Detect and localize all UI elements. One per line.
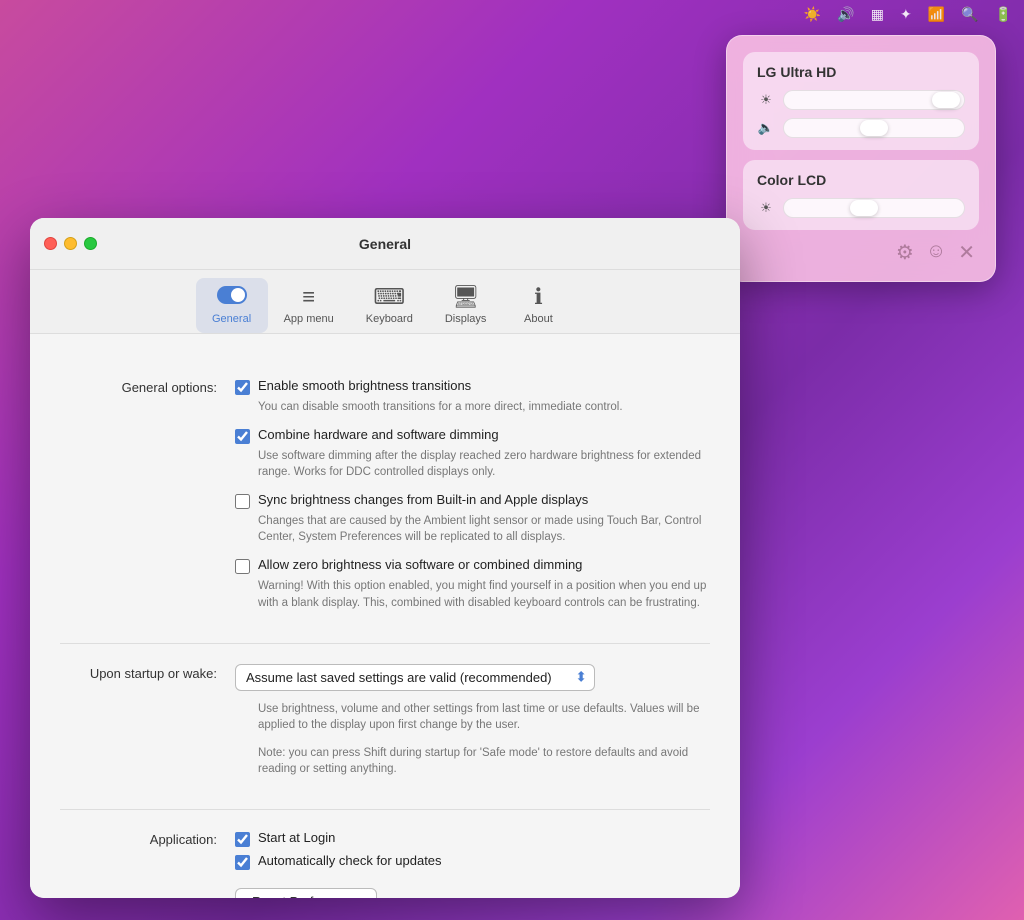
zero-brightness-checkbox[interactable] — [235, 559, 250, 574]
general-options-section: General options: Enable smooth brightnes… — [60, 358, 710, 644]
general-options-label: General options: — [60, 378, 235, 623]
wifi-menu-icon[interactable]: 📶 — [928, 6, 945, 23]
sync-brightness-checkbox[interactable] — [235, 494, 250, 509]
menu-bar: ☀️ 🔊 ▦ ✦ 📶 🔍 🔋 — [0, 0, 1024, 28]
toolbar: General ≡ App menu ⌨ Keyboard 🖥 Displays… — [30, 270, 740, 334]
start-login-label: Start at Login — [258, 830, 335, 845]
lg-ultrahd-section: LG Ultra HD ☀ 🔈 — [743, 52, 979, 150]
smooth-brightness-helper: You can disable smooth transitions for a… — [235, 399, 710, 415]
tab-about[interactable]: ℹ About — [502, 278, 574, 333]
auto-updates-checkbox[interactable] — [235, 855, 250, 870]
traffic-lights — [44, 237, 97, 250]
combine-dimming-label: Combine hardware and software dimming — [258, 427, 499, 442]
brightness-menu-icon[interactable]: ☀️ — [804, 6, 821, 23]
lg-ultrahd-title: LG Ultra HD — [757, 64, 965, 80]
close-button[interactable] — [44, 237, 57, 250]
battery-menu-icon[interactable]: ▦ — [871, 6, 884, 23]
lcd-brightness-slider[interactable] — [783, 198, 965, 218]
zero-brightness-row: Allow zero brightness via software or co… — [235, 557, 710, 574]
sync-brightness-helper: Changes that are caused by the Ambient l… — [235, 513, 710, 545]
close-popup-icon[interactable]: ✕ — [958, 240, 975, 265]
tab-displays[interactable]: 🖥 Displays — [429, 278, 503, 333]
appmenu-tab-icon: ≡ — [302, 284, 315, 310]
battery-status-icon[interactable]: 🔋 — [995, 6, 1012, 23]
maximize-button[interactable] — [84, 237, 97, 250]
lg-volume-row: 🔈 — [757, 118, 965, 138]
minimize-button[interactable] — [64, 237, 77, 250]
window-title: General — [359, 236, 411, 252]
tab-general[interactable]: General — [196, 278, 268, 333]
lg-brightness-slider[interactable] — [783, 90, 965, 110]
general-options-content: Enable smooth brightness transitions You… — [235, 378, 710, 623]
lg-volume-slider[interactable] — [783, 118, 965, 138]
zero-brightness-helper: Warning! With this option enabled, you m… — [235, 578, 710, 610]
displays-tab-label: Displays — [445, 313, 487, 325]
smiley-icon[interactable]: ☺ — [926, 240, 946, 265]
auto-updates-row: Automatically check for updates — [235, 853, 710, 870]
start-login-row: Start at Login — [235, 830, 710, 847]
general-tab-icon — [217, 284, 247, 310]
sync-brightness-row: Sync brightness changes from Built-in an… — [235, 492, 710, 509]
combine-dimming-checkbox[interactable] — [235, 429, 250, 444]
search-menu-icon[interactable]: 🔍 — [961, 6, 978, 23]
application-label: Application: — [60, 830, 235, 898]
tab-appmenu[interactable]: ≡ App menu — [268, 278, 350, 333]
auto-updates-label: Automatically check for updates — [258, 853, 442, 868]
content-area: General options: Enable smooth brightnes… — [30, 334, 740, 898]
startup-dropdown-row: Assume last saved settings are valid (re… — [235, 664, 710, 691]
startup-label: Upon startup or wake: — [60, 664, 235, 789]
startup-helper2: Note: you can press Shift during startup… — [235, 745, 710, 777]
smooth-brightness-label: Enable smooth brightness transitions — [258, 378, 471, 393]
brightness-icon: ☀ — [757, 92, 775, 108]
about-tab-label: About — [524, 313, 553, 325]
general-tab-label: General — [212, 313, 251, 325]
startup-helper1: Use brightness, volume and other setting… — [235, 701, 710, 733]
startup-content: Assume last saved settings are valid (re… — [235, 664, 710, 789]
keyboard-tab-icon: ⌨ — [373, 284, 405, 310]
preferences-window: General General ≡ App menu ⌨ Keyboard 🖥 … — [30, 218, 740, 898]
lcd-brightness-row: ☀ — [757, 198, 965, 218]
about-tab-icon: ℹ — [534, 284, 542, 310]
start-login-checkbox[interactable] — [235, 832, 250, 847]
zero-brightness-label: Allow zero brightness via software or co… — [258, 557, 582, 572]
smooth-brightness-checkbox[interactable] — [235, 380, 250, 395]
combine-dimming-row: Combine hardware and software dimming — [235, 427, 710, 444]
brightness-icon-lcd: ☀ — [757, 200, 775, 216]
keyboard-tab-label: Keyboard — [366, 313, 413, 325]
displays-tab-icon: 🖥 — [452, 284, 480, 310]
volume-icon: 🔈 — [757, 120, 775, 136]
brightness-popup: LG Ultra HD ☀ 🔈 Color LCD ☀ ⚙ ☺ ✕ — [726, 35, 996, 282]
lg-brightness-row: ☀ — [757, 90, 965, 110]
bluetooth-menu-icon[interactable]: ✦ — [900, 6, 912, 23]
popup-bottom-icons: ⚙ ☺ ✕ — [743, 240, 979, 265]
application-section: Application: Start at Login Automaticall… — [60, 810, 710, 898]
startup-dropdown-wrapper: Assume last saved settings are valid (re… — [235, 664, 595, 691]
settings-icon[interactable]: ⚙ — [896, 240, 914, 265]
tab-keyboard[interactable]: ⌨ Keyboard — [350, 278, 429, 333]
volume-menu-icon[interactable]: 🔊 — [837, 6, 854, 23]
sync-brightness-label: Sync brightness changes from Built-in an… — [258, 492, 588, 507]
appmenu-tab-label: App menu — [284, 313, 334, 325]
reset-preferences-button[interactable]: Reset Preferences — [235, 888, 377, 898]
startup-section: Upon startup or wake: Assume last saved … — [60, 644, 710, 810]
startup-dropdown[interactable]: Assume last saved settings are valid (re… — [235, 664, 595, 691]
title-bar: General — [30, 218, 740, 270]
color-lcd-section: Color LCD ☀ — [743, 160, 979, 230]
smooth-brightness-row: Enable smooth brightness transitions — [235, 378, 710, 395]
color-lcd-title: Color LCD — [757, 172, 965, 188]
combine-dimming-helper: Use software dimming after the display r… — [235, 448, 710, 480]
application-content: Start at Login Automatically check for u… — [235, 830, 710, 898]
